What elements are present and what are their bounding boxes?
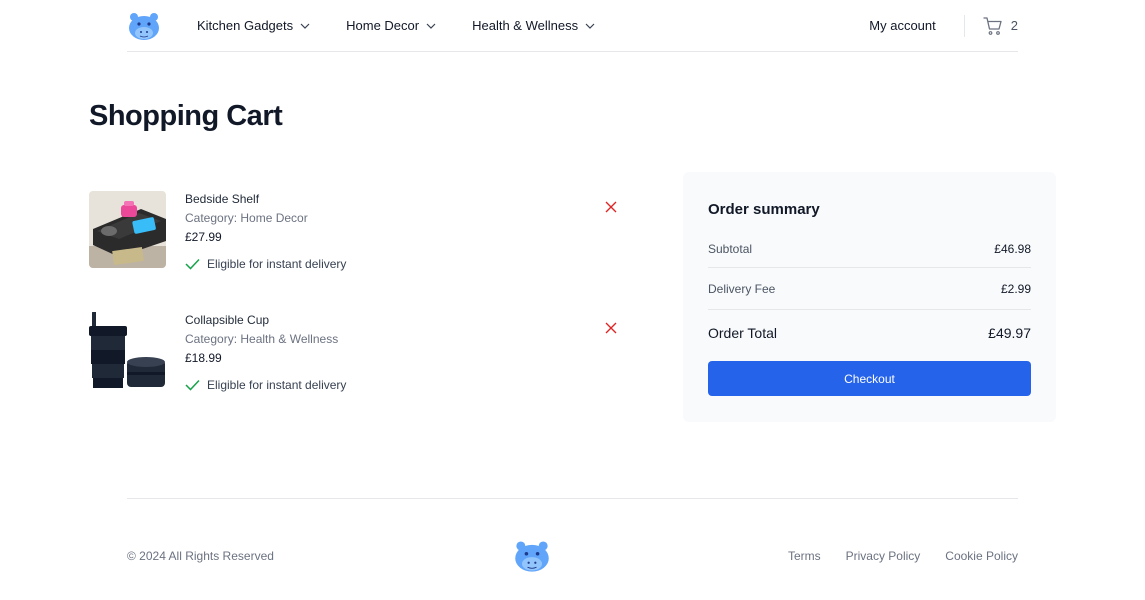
remove-item-button[interactable] <box>605 322 617 334</box>
subtotal-label: Subtotal <box>708 241 753 256</box>
delivery-fee-label: Delivery Fee <box>708 281 776 296</box>
cart-icon <box>983 16 1002 35</box>
page-title: Shopping Cart <box>89 100 283 132</box>
item-category: Category: Home Decor <box>185 210 346 226</box>
my-account-link[interactable]: My account <box>869 18 935 33</box>
copyright-text: © 2024 All Rights Reserved <box>127 549 274 563</box>
privacy-policy-link[interactable]: Privacy Policy <box>846 549 921 563</box>
delivery-fee-row: Delivery Fee £2.99 <box>708 268 1031 310</box>
nav-item-home-decor[interactable]: Home Decor <box>346 18 436 33</box>
item-price: £27.99 <box>185 230 222 244</box>
chevron-down-icon <box>585 23 595 29</box>
nav-item-label: Kitchen Gadgets <box>197 18 294 33</box>
summary-title: Order summary <box>708 201 820 218</box>
close-icon <box>605 322 617 334</box>
header-actions: My account 2 <box>869 0 1018 51</box>
bedside-shelf-image <box>89 191 166 268</box>
collapsible-cup-image <box>89 312 166 389</box>
item-name[interactable]: Bedside Shelf <box>185 191 346 207</box>
subtotal-value: £46.98 <box>994 241 1031 256</box>
nav-item-label: Health & Wellness <box>472 18 579 33</box>
item-category-value: Health & Wellness <box>240 332 339 346</box>
subtotal-row: Subtotal £46.98 <box>708 230 1031 268</box>
delivery-text: Eligible for instant delivery <box>207 257 347 271</box>
cart-count-badge: 2 <box>1010 18 1018 33</box>
footer-links: Terms Privacy Policy Cookie Policy <box>763 549 1018 563</box>
main-nav: Kitchen Gadgets Home Decor Health & Well… <box>197 18 631 33</box>
nav-item-health-wellness[interactable]: Health & Wellness <box>472 18 595 33</box>
cookie-policy-link[interactable]: Cookie Policy <box>945 549 1018 563</box>
item-category-label: Category: <box>185 211 238 225</box>
cart-button[interactable]: 2 <box>983 16 1018 36</box>
remove-item-button[interactable] <box>605 201 617 213</box>
chevron-down-icon <box>300 23 310 29</box>
item-name[interactable]: Collapsible Cup <box>185 312 346 328</box>
check-icon <box>185 379 200 391</box>
hippo-logo-icon[interactable] <box>127 11 161 41</box>
item-category: Category: Health & Wellness <box>185 331 346 347</box>
order-total-label: Order Total <box>708 325 777 341</box>
header-divider <box>963 14 965 37</box>
order-summary: Order summary Subtotal £46.98 Delivery F… <box>683 172 1056 422</box>
cart-item: Bedside Shelf Category: Home Decor £27.9… <box>89 191 629 312</box>
terms-link[interactable]: Terms <box>788 549 821 563</box>
product-image-bedside-shelf[interactable] <box>89 191 166 268</box>
delivery-status: Eligible for instant delivery <box>185 257 346 271</box>
item-category-value: Home Decor <box>240 211 308 225</box>
checkout-button[interactable]: Checkout <box>708 361 1031 396</box>
delivery-text: Eligible for instant delivery <box>207 378 347 392</box>
delivery-fee-value: £2.99 <box>1000 281 1031 296</box>
nav-item-label: Home Decor <box>346 18 420 33</box>
site-header: Kitchen Gadgets Home Decor Health & Well… <box>127 0 1018 52</box>
hippo-logo-icon[interactable] <box>513 539 551 573</box>
order-total-row: Order Total £49.97 <box>708 310 1031 356</box>
close-icon <box>605 201 617 213</box>
item-category-label: Category: <box>185 332 238 346</box>
footer-divider <box>127 498 1018 499</box>
cart-item-info: Bedside Shelf Category: Home Decor £27.9… <box>185 191 346 271</box>
page: Kitchen Gadgets Home Decor Health & Well… <box>0 0 1145 600</box>
nav-item-kitchen-gadgets[interactable]: Kitchen Gadgets <box>197 18 310 33</box>
item-price: £18.99 <box>185 351 222 365</box>
check-icon <box>185 258 200 270</box>
cart-items-list: Bedside Shelf Category: Home Decor £27.9… <box>89 191 629 433</box>
order-total-value: £49.97 <box>988 325 1031 341</box>
cart-item: Collapsible Cup Category: Health & Welln… <box>89 312 629 433</box>
delivery-status: Eligible for instant delivery <box>185 378 346 392</box>
chevron-down-icon <box>426 23 436 29</box>
cart-item-info: Collapsible Cup Category: Health & Welln… <box>185 312 346 392</box>
product-image-collapsible-cup[interactable] <box>89 312 166 389</box>
